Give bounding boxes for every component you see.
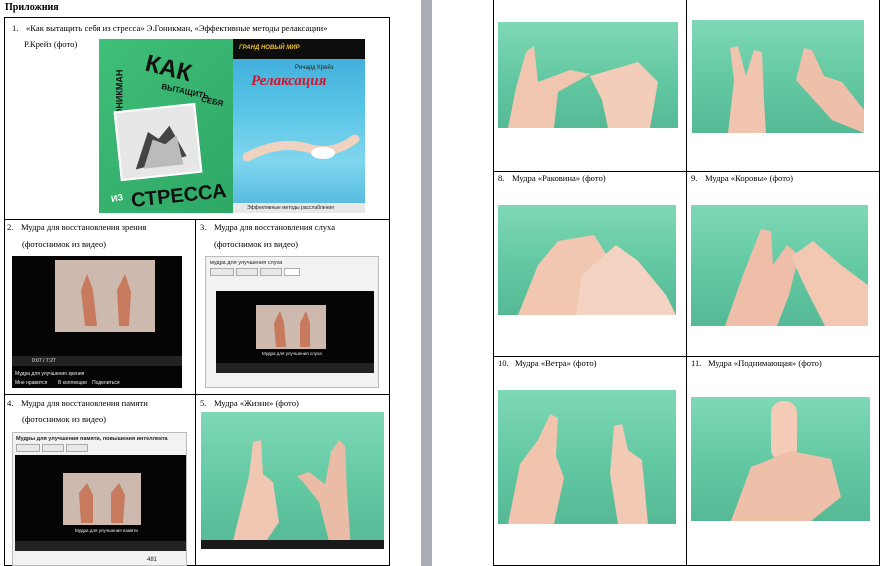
page-gutter: [421, 0, 432, 566]
col-divider: [195, 219, 196, 566]
mudra-hands-icon: [81, 274, 131, 326]
hands-photo: [728, 46, 864, 133]
hands-photo: [508, 46, 658, 128]
btn-more[interactable]: [260, 268, 282, 276]
video-player-hearing[interactable]: Мудра для улучшения слуха: [216, 291, 374, 373]
mudra-hands-icon: [274, 311, 310, 347]
floating-person-icon: [242, 134, 360, 162]
btn-subscribe[interactable]: [210, 268, 234, 276]
caption-item-1: 1. «Как вытащить себя из стресса» Э.Гоник…: [12, 23, 328, 33]
book-cover-relaxation: ГРАНД НОВЫЙ МИР Ричард Крейз Релаксация …: [233, 39, 365, 213]
screenshot-title: мудра для улучшения слуха: [210, 260, 283, 266]
hands-photo: [731, 401, 841, 521]
photo-mudra-top-left: [498, 22, 678, 128]
video-player-memory[interactable]: Мудра для улучшения памяти: [15, 455, 186, 551]
hands-photo: [518, 235, 676, 315]
caption-item-8: 8. Мудра «Раковина» (фото): [498, 173, 606, 183]
col-divider: [686, 0, 687, 566]
video-frame: [55, 260, 155, 332]
left-page: Приложния 1. «Как вытащить себя из стресс…: [0, 0, 421, 566]
hands-photo: [201, 440, 384, 549]
caption-item-4-cont: (фотоснимок из видео): [22, 414, 106, 424]
caption-item-3-cont: (фотоснимок из видео): [214, 239, 298, 249]
mudra-hands-icon: [79, 483, 125, 523]
video-title: Мудра для улучшения зрения: [15, 371, 85, 377]
page-heading: Приложния: [5, 2, 59, 13]
video-controls[interactable]: [216, 363, 374, 373]
caption-item-5: 5. Мудра «Жизни» (фото): [200, 398, 299, 408]
video-frame: [63, 473, 141, 525]
book-title-5: СТРЕССА: [130, 180, 228, 212]
view-count: 481: [147, 557, 158, 563]
book-title-3: СЕБЯ: [200, 94, 225, 109]
video-frame: [256, 305, 326, 349]
book2-subtitle: Эффективные методы расслабления: [247, 205, 334, 211]
caption-item-4: 4. Мудра для восстановления памяти: [7, 398, 148, 408]
book-series: ГРАНД НОВЫЙ МИР: [239, 45, 300, 51]
photo-mudra-lifting: [691, 397, 870, 521]
caption-item-3: 3. Мудра для восстановления слуха: [200, 222, 336, 232]
right-page: 8. Мудра «Раковина» (фото) 9. Мудра «Коров…: [432, 0, 882, 566]
screenshot-hearing: мудра для улучшения слуха Мудра для улуч…: [205, 256, 379, 388]
photo-mudra-cow: [691, 205, 868, 326]
btn-send[interactable]: [284, 268, 300, 276]
photo-mudra-shell: [498, 205, 676, 315]
share-button[interactable]: Поделиться: [92, 380, 120, 386]
btn-follow[interactable]: [236, 268, 258, 276]
photo-mudra-top-right: [692, 20, 864, 133]
book-title-4: ИЗ: [110, 192, 124, 204]
video-controls[interactable]: [15, 541, 186, 551]
btn-subscribe[interactable]: [16, 444, 40, 452]
book2-title: Релаксация: [251, 73, 327, 89]
hands-photo: [725, 229, 868, 326]
btn-more[interactable]: [66, 444, 88, 452]
btn-follow[interactable]: [42, 444, 64, 452]
caption-item-2: 2. Мудра для восстановления зрения: [7, 222, 147, 232]
video-title: Мудра для улучшения памяти: [75, 528, 138, 533]
caption-item-9: 9. Мудра «Коровы» (фото): [691, 173, 793, 183]
book2-author: Ричард Крейз: [295, 65, 334, 71]
caption-item-1-cont: Р.Крейз (фото): [24, 39, 78, 49]
video-player-vision[interactable]: 0:07 / 7:27 Мудра для улучшения зрения М…: [12, 256, 182, 388]
caption-item-11: 11. Мудра «Поднимающая» (фото): [691, 358, 822, 368]
screenshot-memory: Мудры для улучшения памяти, повышения ин…: [12, 432, 187, 566]
collection-button[interactable]: В коллекции: [58, 380, 87, 386]
hands-photo: [508, 414, 648, 524]
caption-item-2-cont: (фотоснимок из видео): [22, 239, 106, 249]
video-title: Мудра для улучшения слуха: [262, 351, 322, 356]
hands-icon: [135, 125, 187, 170]
video-time: 0:07 / 7:27: [32, 358, 56, 364]
caption-item-10: 10. Мудра «Ветра» (фото): [498, 358, 597, 368]
photo-mudra-wind: [498, 390, 676, 524]
screenshot-title: Мудры для улучшения памяти, повышения ин…: [16, 436, 168, 442]
like-button[interactable]: Мне нравится: [15, 380, 47, 386]
book-cover-stress: Э.Л.ГОНИКМАН КАК ВЫТАЩИТЬ СЕБЯ ИЗ СТРЕСС…: [99, 39, 239, 213]
book-photo-hands: [113, 102, 203, 182]
photo-mudra-life: [201, 412, 384, 549]
